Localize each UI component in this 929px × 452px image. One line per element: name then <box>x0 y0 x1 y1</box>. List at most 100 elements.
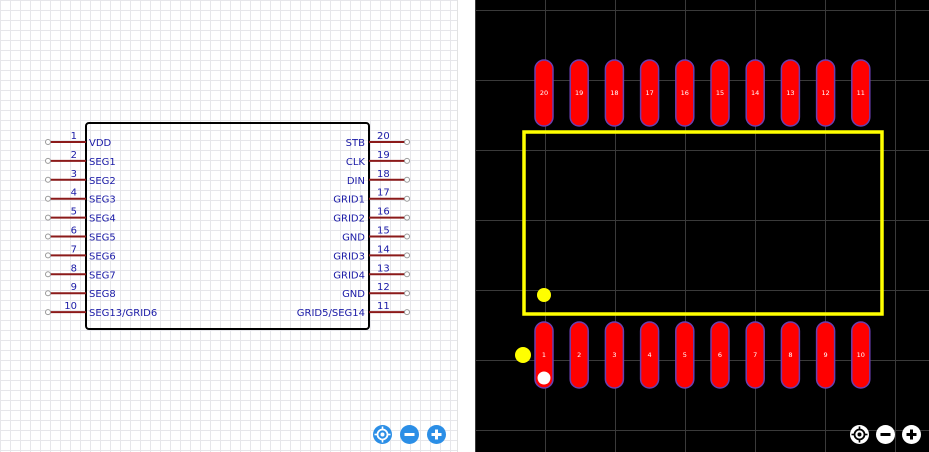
pin-endpoint <box>404 271 410 278</box>
pad-label: 8 <box>788 351 792 359</box>
pin-name: SEG8 <box>89 289 116 300</box>
pin-endpoint <box>404 214 410 221</box>
pin-number: 20 <box>377 131 390 142</box>
pad-label: 1 <box>542 351 546 359</box>
pad-label: 11 <box>857 89 865 97</box>
pin1-marker <box>537 371 551 385</box>
zoom-in-button[interactable] <box>902 425 921 444</box>
pin-name: GND <box>342 233 365 244</box>
zoom-in-button[interactable] <box>427 425 446 444</box>
pin-name: GRID5/SEG14 <box>297 308 365 319</box>
pin-name: STB <box>346 138 365 149</box>
pad-label: 18 <box>610 89 618 97</box>
pin-endpoint <box>404 252 410 259</box>
pin-number: 7 <box>71 244 77 255</box>
schematic-canvas: 1 VDD 2 SEG1 3 SEG2 4 SEG3 5 SEG4 6 SEG5 7 SEG6 8 SEG7 9… <box>45 122 410 330</box>
pin-name: GRID1 <box>333 195 365 206</box>
pin-number: 16 <box>377 207 390 218</box>
pin-number: 6 <box>71 226 77 237</box>
pin-endpoint <box>45 290 51 297</box>
pin-number: 12 <box>377 282 390 293</box>
pin-name: SEG6 <box>89 251 116 262</box>
pin-number: 19 <box>377 150 390 161</box>
pin1-indicator-inner <box>537 288 551 302</box>
pad-label: 5 <box>683 351 687 359</box>
panel-divider <box>457 0 476 452</box>
pad-label: 20 <box>540 89 548 97</box>
pin-name: SEG7 <box>89 270 116 281</box>
locate-button[interactable] <box>373 425 392 444</box>
pcb-canvas: 20 19 18 17 16 15 14 13 12 111 2 3 4 5 6 7 8 9 10 <box>515 59 884 389</box>
pad-label: 12 <box>821 89 829 97</box>
zoom-in-icon <box>431 429 442 440</box>
schematic-view[interactable]: 1 VDD 2 SEG1 3 SEG2 4 SEG3 5 SEG4 6 SEG5 7 SEG6 8 SEG7 9… <box>0 0 457 452</box>
pin-number: 9 <box>71 282 77 293</box>
pad-label: 7 <box>753 351 757 359</box>
locate-icon <box>851 426 868 443</box>
pin-name: SEG1 <box>89 157 116 168</box>
zoom-out-button[interactable] <box>876 425 895 444</box>
pin-name: VDD <box>89 138 112 149</box>
pin-number: 18 <box>377 169 390 180</box>
pin-endpoint <box>45 139 51 145</box>
pin-name: SEG13/GRID6 <box>89 308 157 319</box>
pin-endpoint <box>45 309 51 316</box>
pin1-indicator-outer <box>515 347 531 363</box>
pad-label: 3 <box>612 351 616 359</box>
pad-label: 13 <box>786 89 794 97</box>
locate-button[interactable] <box>850 425 869 444</box>
pad-label: 10 <box>857 351 865 359</box>
pad-label: 16 <box>681 89 689 97</box>
pin-name: SEG2 <box>89 176 116 187</box>
pin-endpoint <box>404 290 410 297</box>
zoom-out-icon <box>404 433 415 436</box>
pad-label: 19 <box>575 89 583 97</box>
pin-number: 5 <box>71 207 77 218</box>
pin-number: 15 <box>377 226 390 237</box>
pad-label: 15 <box>716 89 724 97</box>
pin-endpoint <box>45 233 51 240</box>
pin-endpoint <box>45 195 51 202</box>
zoom-out-button[interactable] <box>400 425 419 444</box>
pin-number: 11 <box>377 301 390 312</box>
pad-label: 17 <box>645 89 653 97</box>
pad-label: 9 <box>824 351 828 359</box>
pin-endpoint <box>404 176 410 183</box>
pad-label: 4 <box>648 351 652 359</box>
pad-label: 2 <box>577 351 581 359</box>
pad-label: 6 <box>718 351 722 359</box>
zoom-out-icon <box>880 433 891 436</box>
pin-endpoint <box>404 139 410 145</box>
pcb-view[interactable]: 20 19 18 17 16 15 14 13 12 11 1 2 3 4 5 6 7 8 9 10 <box>475 0 929 452</box>
pin-name: SEG5 <box>89 233 116 244</box>
pin-number: 4 <box>71 188 77 199</box>
pin-name: GRID4 <box>333 270 365 281</box>
pin-name: SEG4 <box>89 214 116 225</box>
pin-name: DIN <box>347 176 365 187</box>
pin-number: 8 <box>71 263 77 274</box>
locate-icon <box>374 426 391 443</box>
pin-number: 14 <box>377 244 390 255</box>
pin-endpoint <box>45 214 51 221</box>
pin-name: GRID3 <box>333 251 365 262</box>
pin-name: GRID2 <box>333 214 365 225</box>
pin-number: 17 <box>377 188 390 199</box>
pin-endpoint <box>45 252 51 259</box>
pad-label: 14 <box>751 89 759 97</box>
pin-number: 1 <box>71 131 77 142</box>
pin-number: 3 <box>71 169 77 180</box>
pin-endpoint <box>404 309 410 316</box>
pin-endpoint <box>45 176 51 183</box>
silkscreen-outline <box>522 130 884 316</box>
pin-number: 10 <box>64 301 77 312</box>
pin-name: SEG3 <box>89 195 116 206</box>
pin-name: GND <box>342 289 365 300</box>
ic-body <box>85 122 370 330</box>
pin-name: CLK <box>346 157 366 168</box>
pin-endpoint <box>45 271 51 278</box>
pin-number: 13 <box>377 263 390 274</box>
pin-endpoint <box>404 157 410 164</box>
pin-endpoint <box>404 233 410 240</box>
pin-endpoint <box>45 157 51 164</box>
zoom-in-icon <box>906 429 917 440</box>
